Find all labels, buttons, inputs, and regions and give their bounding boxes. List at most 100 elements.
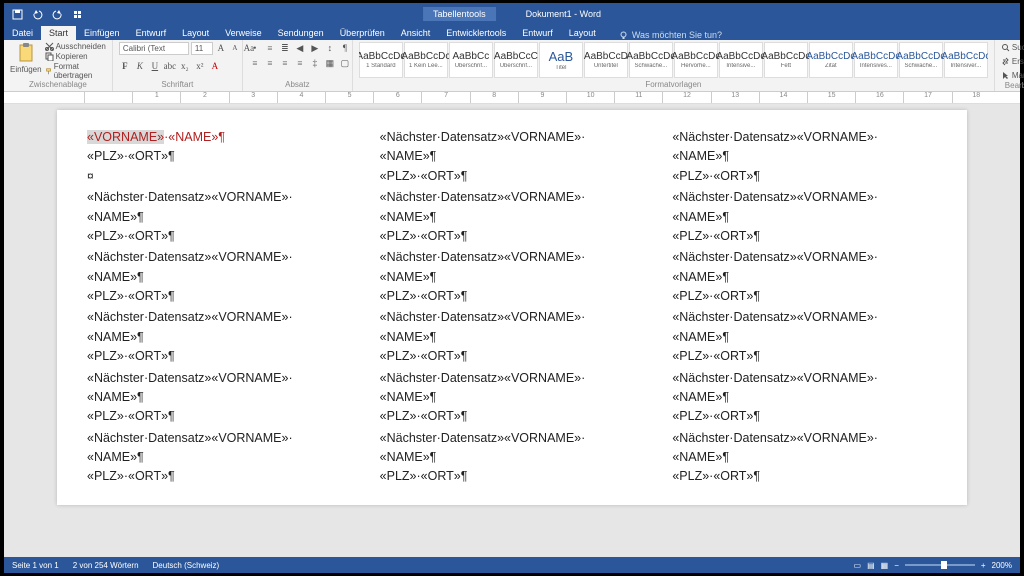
- zoom-level[interactable]: 200%: [992, 561, 1012, 570]
- font-size-select[interactable]: 11: [191, 42, 213, 55]
- tell-me[interactable]: Was möchten Sie tun?: [619, 30, 722, 40]
- numbering-button[interactable]: ≡: [264, 42, 276, 54]
- search-icon: [1001, 43, 1010, 52]
- justify-button[interactable]: ≡: [294, 57, 306, 69]
- merge-record[interactable]: «Nächster·Datensatz»«VORNAME»·«NAME»¶«PL…: [87, 188, 352, 246]
- undo-icon[interactable]: [30, 7, 44, 21]
- tab-datei[interactable]: Datei: [4, 26, 41, 40]
- grow-font-button[interactable]: A: [215, 42, 227, 54]
- save-icon[interactable]: [10, 7, 24, 21]
- view-web-icon[interactable]: ▦: [881, 561, 889, 570]
- increase-indent-button[interactable]: ▶: [309, 42, 321, 54]
- merge-record[interactable]: «Nächster·Datensatz»«VORNAME»·«NAME»¶«PL…: [380, 128, 645, 186]
- merge-record[interactable]: «Nächster·Datensatz»«VORNAME»·«NAME»¶«PL…: [380, 369, 645, 427]
- merge-record[interactable]: «Nächster·Datensatz»«VORNAME»·«NAME»¶«PL…: [672, 128, 937, 186]
- align-left-button[interactable]: ≡: [249, 57, 261, 69]
- tab-table-entwurf[interactable]: Entwurf: [514, 26, 561, 40]
- align-right-button[interactable]: ≡: [279, 57, 291, 69]
- group-label-styles: Formatvorlagen: [359, 80, 988, 89]
- borders-button[interactable]: ▢: [339, 57, 351, 69]
- strike-button[interactable]: abc: [164, 60, 176, 72]
- tab-table-layout[interactable]: Layout: [561, 26, 604, 40]
- show-marks-button[interactable]: ¶: [339, 42, 351, 54]
- style-item[interactable]: AaBbCcDUntertitel: [584, 42, 628, 78]
- format-painter-button[interactable]: Format übertragen: [45, 62, 106, 80]
- copy-button[interactable]: Kopieren: [45, 52, 106, 61]
- document-title: Dokument1 - Word: [526, 9, 601, 19]
- style-item[interactable]: AaBbCcDcIntensive...: [719, 42, 763, 78]
- tab-layout[interactable]: Layout: [174, 26, 217, 40]
- tab-start[interactable]: Start: [41, 26, 76, 40]
- ribbon-tabs: Datei Start Einfügen Entwurf Layout Verw…: [4, 25, 1020, 40]
- style-item[interactable]: AaBbCcDcSchwache...: [629, 42, 673, 78]
- replace-button[interactable]: Ersetzen: [1001, 56, 1024, 67]
- underline-button[interactable]: U: [149, 60, 161, 72]
- tab-verweise[interactable]: Verweise: [217, 26, 270, 40]
- word-count[interactable]: 2 von 254 Wörtern: [73, 561, 139, 570]
- view-read-icon[interactable]: ▭: [854, 561, 862, 570]
- select-button[interactable]: Markieren: [1001, 70, 1024, 81]
- style-item[interactable]: AaBbCcDcFett: [764, 42, 808, 78]
- merge-record[interactable]: «Nächster·Datensatz»«VORNAME»·«NAME»¶«PL…: [672, 429, 937, 487]
- merge-record[interactable]: «Nächster·Datensatz»«VORNAME»·«NAME»¶«PL…: [672, 188, 937, 246]
- shrink-font-button[interactable]: A: [229, 42, 241, 54]
- touch-icon[interactable]: [70, 7, 84, 21]
- multilevel-button[interactable]: ≣: [279, 42, 291, 54]
- style-item[interactable]: AaBbCcCÜberschrif...: [494, 42, 538, 78]
- sort-button[interactable]: ↕: [324, 42, 336, 54]
- merge-record[interactable]: «VORNAME»·«NAME»¶«PLZ»·«ORT»¶¤: [87, 128, 352, 186]
- zoom-slider[interactable]: [905, 564, 975, 566]
- tab-ueberpruefen[interactable]: Überprüfen: [332, 26, 393, 40]
- page[interactable]: «VORNAME»·«NAME»¶«PLZ»·«ORT»¶¤«Nächster·…: [57, 110, 967, 505]
- merge-record[interactable]: «Nächster·Datensatz»«VORNAME»·«NAME»¶«PL…: [672, 308, 937, 366]
- merge-record[interactable]: «Nächster·Datensatz»«VORNAME»·«NAME»¶«PL…: [672, 248, 937, 306]
- merge-record[interactable]: «Nächster·Datensatz»«VORNAME»·«NAME»¶«PL…: [380, 429, 645, 487]
- style-item[interactable]: AaBTitel: [539, 42, 583, 78]
- tab-sendungen[interactable]: Sendungen: [270, 26, 332, 40]
- style-item[interactable]: AaBbCcÜberschrif...: [449, 42, 493, 78]
- tab-einfuegen[interactable]: Einfügen: [76, 26, 128, 40]
- shading-button[interactable]: ▦: [324, 57, 336, 69]
- decrease-indent-button[interactable]: ◀: [294, 42, 306, 54]
- style-item[interactable]: AaBbCcDcIntensives...: [854, 42, 898, 78]
- tab-ansicht[interactable]: Ansicht: [393, 26, 439, 40]
- zoom-out-button[interactable]: −: [894, 561, 899, 570]
- zoom-in-button[interactable]: +: [981, 561, 986, 570]
- style-item[interactable]: AaBbCcDcIntensiver...: [944, 42, 988, 78]
- view-print-icon[interactable]: ▤: [867, 561, 875, 570]
- tab-entwicklertools[interactable]: Entwicklertools: [438, 26, 514, 40]
- style-item[interactable]: AaBbCcDcSchwache...: [899, 42, 943, 78]
- group-label-font: Schriftart: [119, 80, 236, 89]
- language-status[interactable]: Deutsch (Schweiz): [153, 561, 220, 570]
- cut-button[interactable]: Ausschneiden: [45, 42, 106, 51]
- merge-record[interactable]: «Nächster·Datensatz»«VORNAME»·«NAME»¶«PL…: [87, 429, 352, 487]
- superscript-button[interactable]: x²: [194, 60, 206, 72]
- align-center-button[interactable]: ≡: [264, 57, 276, 69]
- merge-record[interactable]: «Nächster·Datensatz»«VORNAME»·«NAME»¶«PL…: [87, 308, 352, 366]
- redo-icon[interactable]: [50, 7, 64, 21]
- bold-button[interactable]: F: [119, 60, 131, 72]
- paste-button[interactable]: Einfügen: [10, 42, 42, 74]
- bullets-button[interactable]: •: [249, 42, 261, 54]
- merge-record[interactable]: «Nächster·Datensatz»«VORNAME»·«NAME»¶«PL…: [672, 369, 937, 427]
- document-area[interactable]: «VORNAME»·«NAME»¶«PLZ»·«ORT»¶¤«Nächster·…: [4, 104, 1020, 557]
- page-status[interactable]: Seite 1 von 1: [12, 561, 59, 570]
- find-button[interactable]: Suchen: [1001, 42, 1024, 53]
- style-item[interactable]: AaBbCcDcZitat: [809, 42, 853, 78]
- merge-record[interactable]: «Nächster·Datensatz»«VORNAME»·«NAME»¶«PL…: [380, 188, 645, 246]
- font-name-select[interactable]: Calibri (Text: [119, 42, 189, 55]
- style-item[interactable]: AaBbCcDc1 Kein Lee...: [404, 42, 448, 78]
- merge-record[interactable]: «Nächster·Datensatz»«VORNAME»·«NAME»¶«PL…: [87, 248, 352, 306]
- merge-record[interactable]: «Nächster·Datensatz»«VORNAME»·«NAME»¶«PL…: [87, 369, 352, 427]
- style-item[interactable]: AaBbCcDc1 Standard: [359, 42, 403, 78]
- line-spacing-button[interactable]: ‡: [309, 57, 321, 69]
- subscript-button[interactable]: x₂: [179, 60, 191, 72]
- tab-entwurf[interactable]: Entwurf: [128, 26, 175, 40]
- merge-record[interactable]: «Nächster·Datensatz»«VORNAME»·«NAME»¶«PL…: [380, 308, 645, 366]
- merge-record[interactable]: «Nächster·Datensatz»«VORNAME»·«NAME»¶«PL…: [380, 248, 645, 306]
- font-color-button[interactable]: A: [209, 60, 221, 72]
- styles-gallery[interactable]: AaBbCcDc1 StandardAaBbCcDc1 Kein Lee...A…: [359, 42, 988, 80]
- style-item[interactable]: AaBbCcDcHervorhe...: [674, 42, 718, 78]
- italic-button[interactable]: K: [134, 60, 146, 72]
- ruler[interactable]: 123456789101112131415161718: [4, 92, 1020, 104]
